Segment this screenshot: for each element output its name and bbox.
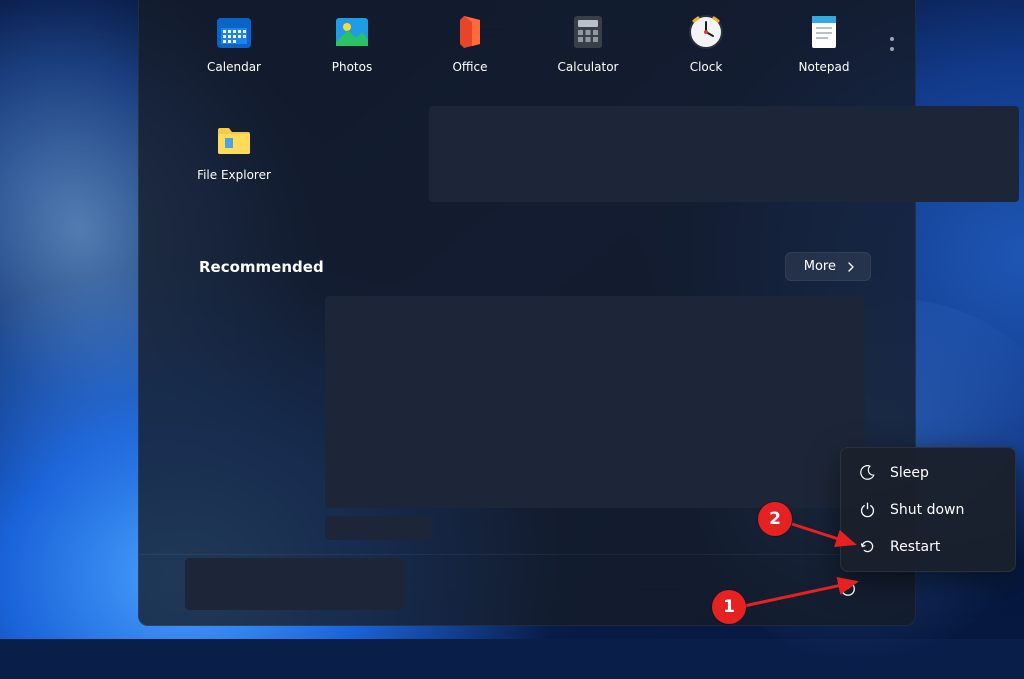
menu-item-label: Restart [890, 539, 940, 555]
app-label: Photos [332, 60, 372, 74]
menu-item-label: Shut down [890, 502, 964, 518]
redacted-block [325, 296, 865, 508]
app-notepad[interactable]: Notepad [765, 8, 883, 100]
annotation-badge-2: 2 [758, 502, 792, 536]
redacted-block [185, 558, 405, 610]
chevron-right-icon [846, 262, 856, 272]
more-button-label: More [804, 259, 836, 274]
clock-icon [686, 12, 726, 52]
annotation-arrow [740, 576, 870, 616]
app-photos[interactable]: Photos [293, 8, 411, 100]
app-label: Calculator [558, 60, 619, 74]
notepad-icon [804, 12, 844, 52]
office-icon [450, 12, 490, 52]
redacted-block [325, 516, 431, 540]
app-label: Office [452, 60, 487, 74]
power-menu-sleep[interactable]: Sleep [841, 454, 1015, 491]
app-calculator[interactable]: Calculator [529, 8, 647, 100]
app-calendar[interactable]: Calendar [175, 8, 293, 100]
app-office[interactable]: Office [411, 8, 529, 100]
recommended-heading: Recommended [199, 258, 324, 276]
photos-icon [332, 12, 372, 52]
annotation-arrow [788, 512, 868, 552]
power-options-menu: Sleep Shut down Restart [840, 447, 1016, 572]
moon-icon [859, 464, 876, 481]
app-label: Clock [690, 60, 723, 74]
app-clock[interactable]: Clock [647, 8, 765, 100]
app-file-explorer[interactable]: File Explorer [175, 116, 293, 208]
calculator-icon [568, 12, 608, 52]
recommended-more-button[interactable]: More [785, 252, 871, 281]
app-label: File Explorer [197, 168, 271, 182]
annotation-badge-1: 1 [712, 590, 746, 624]
app-label: Calendar [207, 60, 261, 74]
app-label: Notepad [799, 60, 850, 74]
menu-item-label: Sleep [890, 465, 929, 481]
calendar-icon [214, 12, 254, 52]
redacted-block [429, 106, 1019, 202]
folder-icon [214, 120, 254, 160]
